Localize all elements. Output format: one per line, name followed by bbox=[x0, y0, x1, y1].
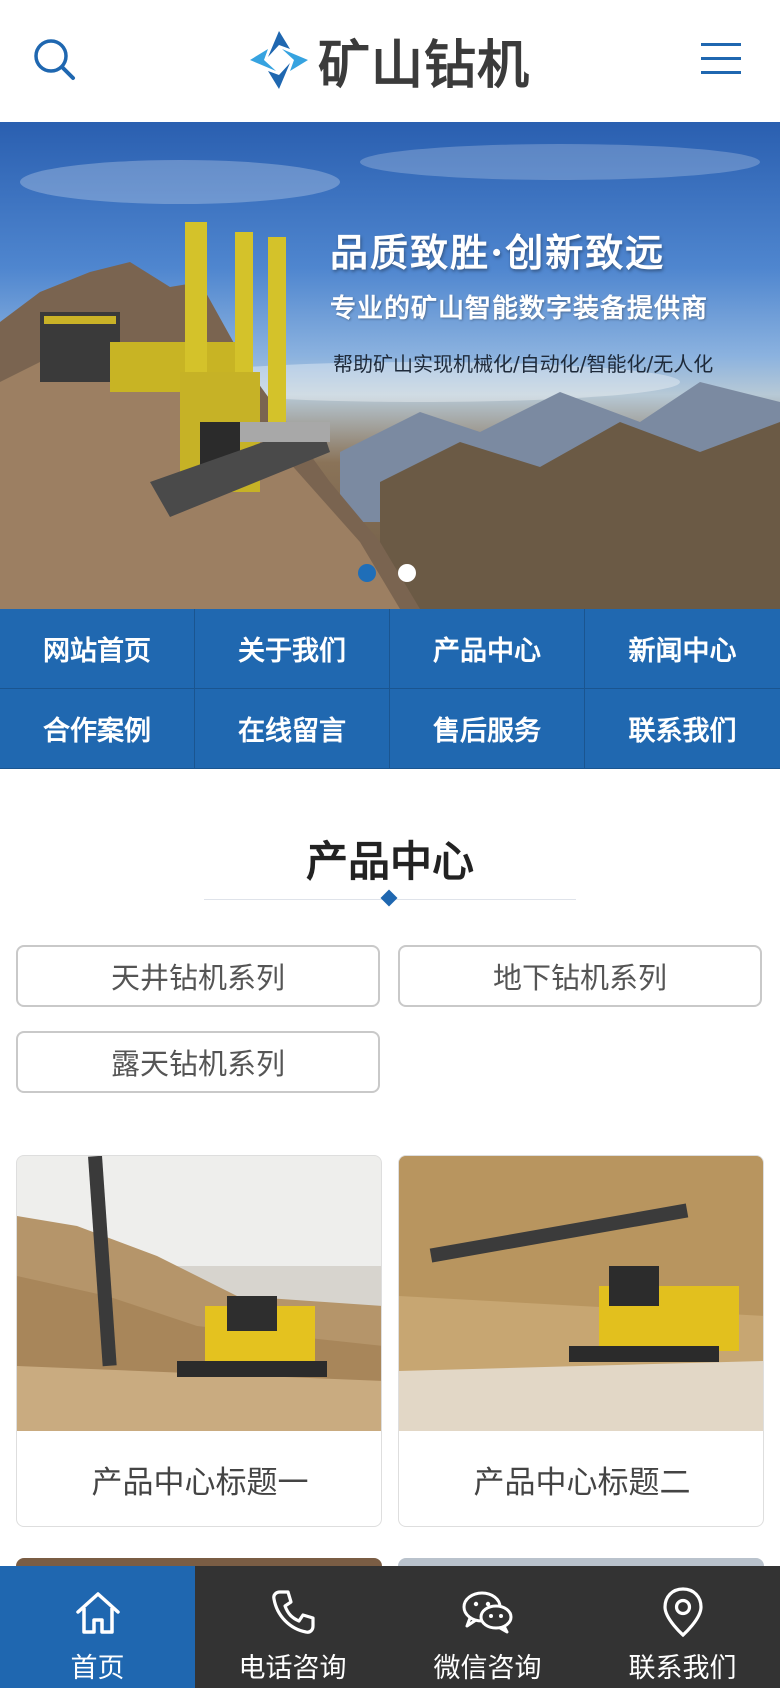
tab-wechat[interactable]: 微信咨询 bbox=[390, 1566, 585, 1688]
hero-banner[interactable]: 品质致胜·创新致远 专业的矿山智能数字装备提供商 帮助矿山实现机械化/自动化/智… bbox=[0, 122, 780, 609]
site-header: 矿山钻机 bbox=[0, 0, 780, 122]
search-icon bbox=[34, 39, 75, 80]
section-title: 产品中心 bbox=[305, 837, 474, 886]
main-nav-grid: 网站首页 关于我们 产品中心 新闻中心 合作案例 在线留言 售后服务 联系我们 bbox=[0, 609, 780, 769]
carousel-dots bbox=[358, 564, 416, 582]
nav-item-service[interactable]: 售后服务 bbox=[390, 689, 585, 769]
nav-item-home[interactable]: 网站首页 bbox=[0, 609, 195, 689]
product-card[interactable]: 产品中心标题一 bbox=[16, 1155, 382, 1527]
tab-phone[interactable]: 电话咨询 bbox=[195, 1566, 390, 1688]
product-image bbox=[399, 1156, 763, 1431]
banner-subtitle: 专业的矿山智能数字装备提供商 bbox=[330, 294, 709, 324]
product-title: 产品中心标题一 bbox=[91, 1465, 309, 1501]
site-logo[interactable]: 矿山钻机 bbox=[246, 22, 530, 98]
category-button[interactable]: 露天钻机系列 bbox=[16, 1031, 380, 1093]
banner-title: 品质致胜·创新致远 bbox=[330, 230, 666, 275]
tab-label: 联系我们 bbox=[628, 1653, 737, 1684]
nav-item-news[interactable]: 新闻中心 bbox=[585, 609, 780, 689]
category-button[interactable]: 天井钻机系列 bbox=[16, 945, 380, 1007]
banner-description: 帮助矿山实现机械化/自动化/智能化/无人化 bbox=[333, 352, 714, 376]
nav-item-cases[interactable]: 合作案例 bbox=[0, 689, 195, 769]
category-button[interactable]: 地下钻机系列 bbox=[398, 945, 762, 1007]
wechat-icon bbox=[462, 1591, 512, 1634]
logo-text: 矿山钻机 bbox=[318, 34, 531, 96]
nav-item-about[interactable]: 关于我们 bbox=[195, 609, 390, 689]
carousel-dot-1[interactable] bbox=[358, 564, 376, 582]
carousel-dot-2[interactable] bbox=[398, 564, 416, 582]
product-title: 产品中心标题二 bbox=[473, 1465, 691, 1501]
nav-item-contact[interactable]: 联系我们 bbox=[585, 689, 780, 769]
tab-home[interactable]: 首页 bbox=[0, 1566, 195, 1688]
nav-item-message[interactable]: 在线留言 bbox=[195, 689, 390, 769]
tab-label: 微信咨询 bbox=[433, 1653, 542, 1684]
product-image bbox=[17, 1156, 381, 1431]
location-pin-icon bbox=[662, 1587, 703, 1638]
phone-icon bbox=[271, 1590, 315, 1634]
nav-item-products[interactable]: 产品中心 bbox=[390, 609, 585, 689]
bottom-tab-bar: 首页 电话咨询 微信咨询 联系我们 bbox=[0, 1566, 780, 1688]
menu-icon bbox=[701, 43, 741, 74]
tab-label: 电话咨询 bbox=[238, 1653, 347, 1684]
product-card[interactable]: 产品中心标题二 bbox=[398, 1155, 764, 1527]
home-icon bbox=[75, 1592, 120, 1634]
tab-label: 首页 bbox=[70, 1653, 125, 1684]
search-button[interactable] bbox=[26, 31, 82, 87]
tab-contact[interactable]: 联系我们 bbox=[585, 1566, 780, 1688]
divider-diamond-icon bbox=[380, 889, 398, 907]
logo-mark-icon bbox=[250, 31, 308, 89]
menu-button[interactable] bbox=[693, 31, 749, 87]
